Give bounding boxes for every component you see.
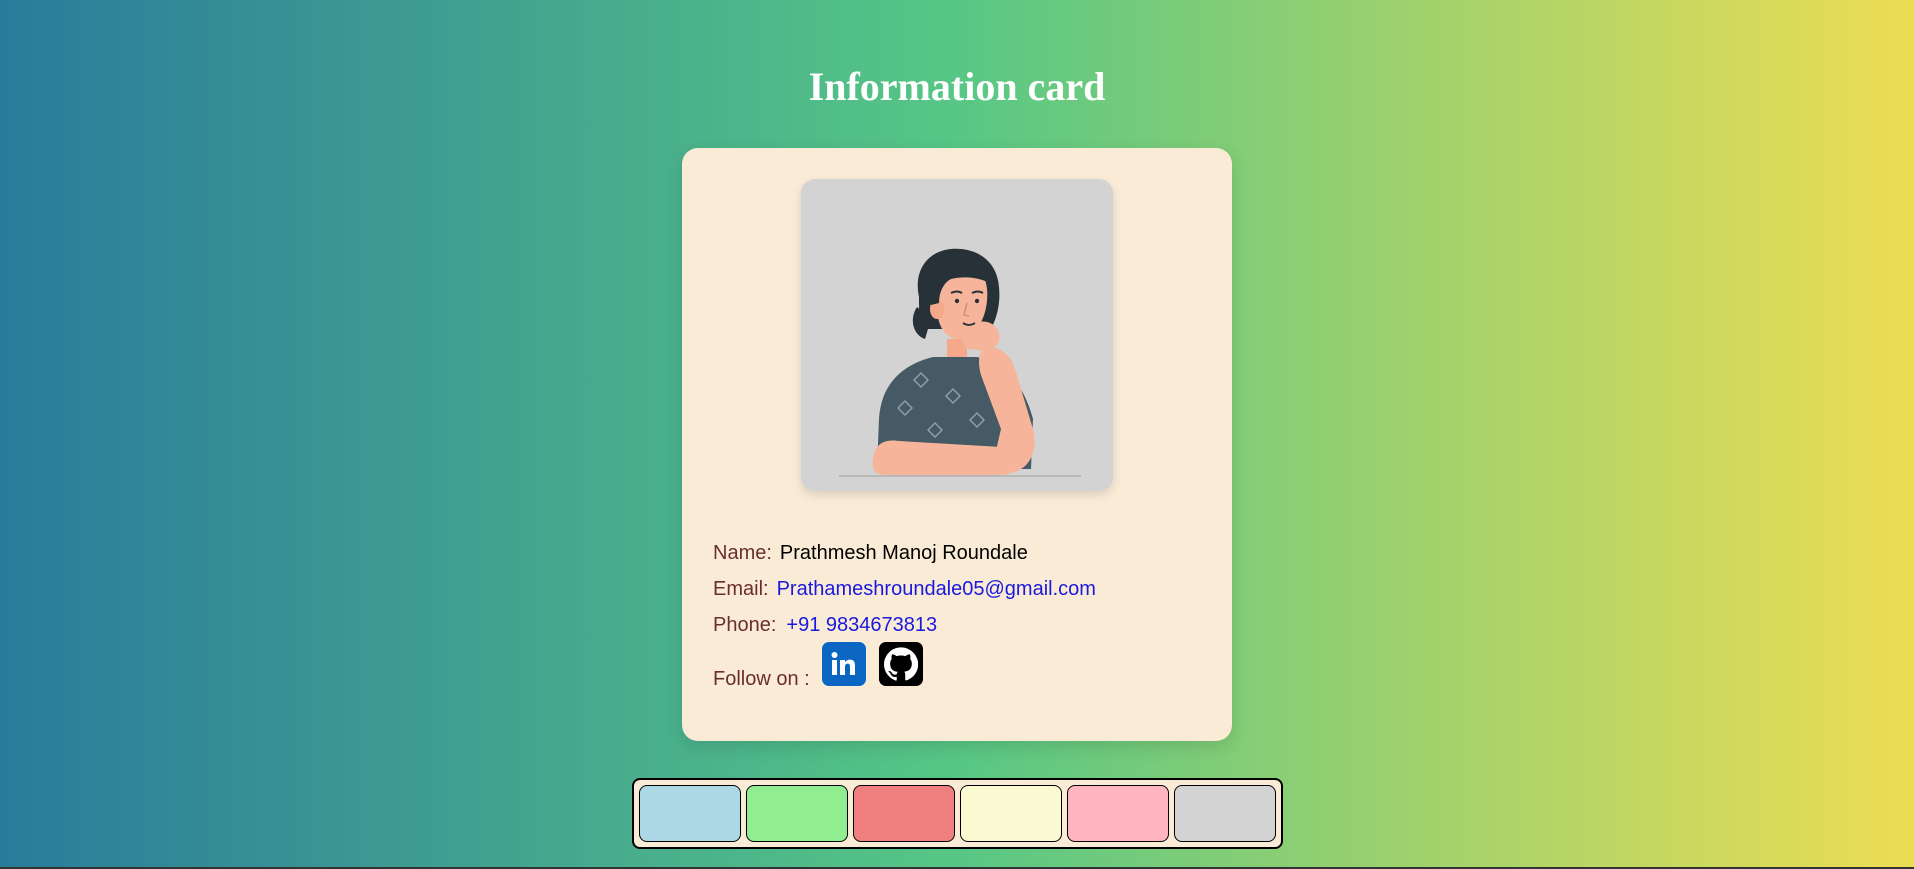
name-row: Name: Prathmesh Manoj Roundale	[713, 540, 1028, 566]
swatch-light-pink[interactable]	[1067, 785, 1169, 842]
swatch-light-blue[interactable]	[639, 785, 741, 842]
person-thinking-illustration-icon	[839, 248, 1081, 477]
email-link[interactable]: Prathameshroundale05@gmail.com	[777, 578, 1096, 600]
phone-row: Phone: +91 9834673813	[713, 612, 937, 638]
name-label: Name:	[713, 542, 772, 564]
follow-row: Follow on :	[713, 666, 810, 692]
linkedin-link[interactable]	[822, 642, 866, 686]
email-label: Email:	[713, 578, 769, 600]
phone-link[interactable]: +91 9834673813	[786, 614, 937, 636]
page-title: Information card	[808, 64, 1106, 109]
swatch-light-gray[interactable]	[1174, 785, 1276, 842]
phone-label: Phone:	[713, 614, 777, 636]
swatch-light-coral[interactable]	[853, 785, 955, 842]
swatch-light-green[interactable]	[746, 785, 848, 842]
color-swatch-bar	[632, 778, 1283, 849]
name-value: Prathmesh Manoj Roundale	[779, 542, 1028, 564]
github-icon	[884, 647, 918, 681]
information-card: Name: Prathmesh Manoj Roundale Email: Prat…	[682, 148, 1232, 741]
github-link[interactable]	[879, 642, 923, 686]
avatar	[801, 179, 1113, 491]
follow-label: Follow on :	[713, 668, 810, 690]
linkedin-icon	[831, 652, 855, 675]
email-row: Email: Prathameshroundale05@gmail.com	[713, 576, 1096, 602]
swatch-light-yellow[interactable]	[960, 785, 1062, 842]
